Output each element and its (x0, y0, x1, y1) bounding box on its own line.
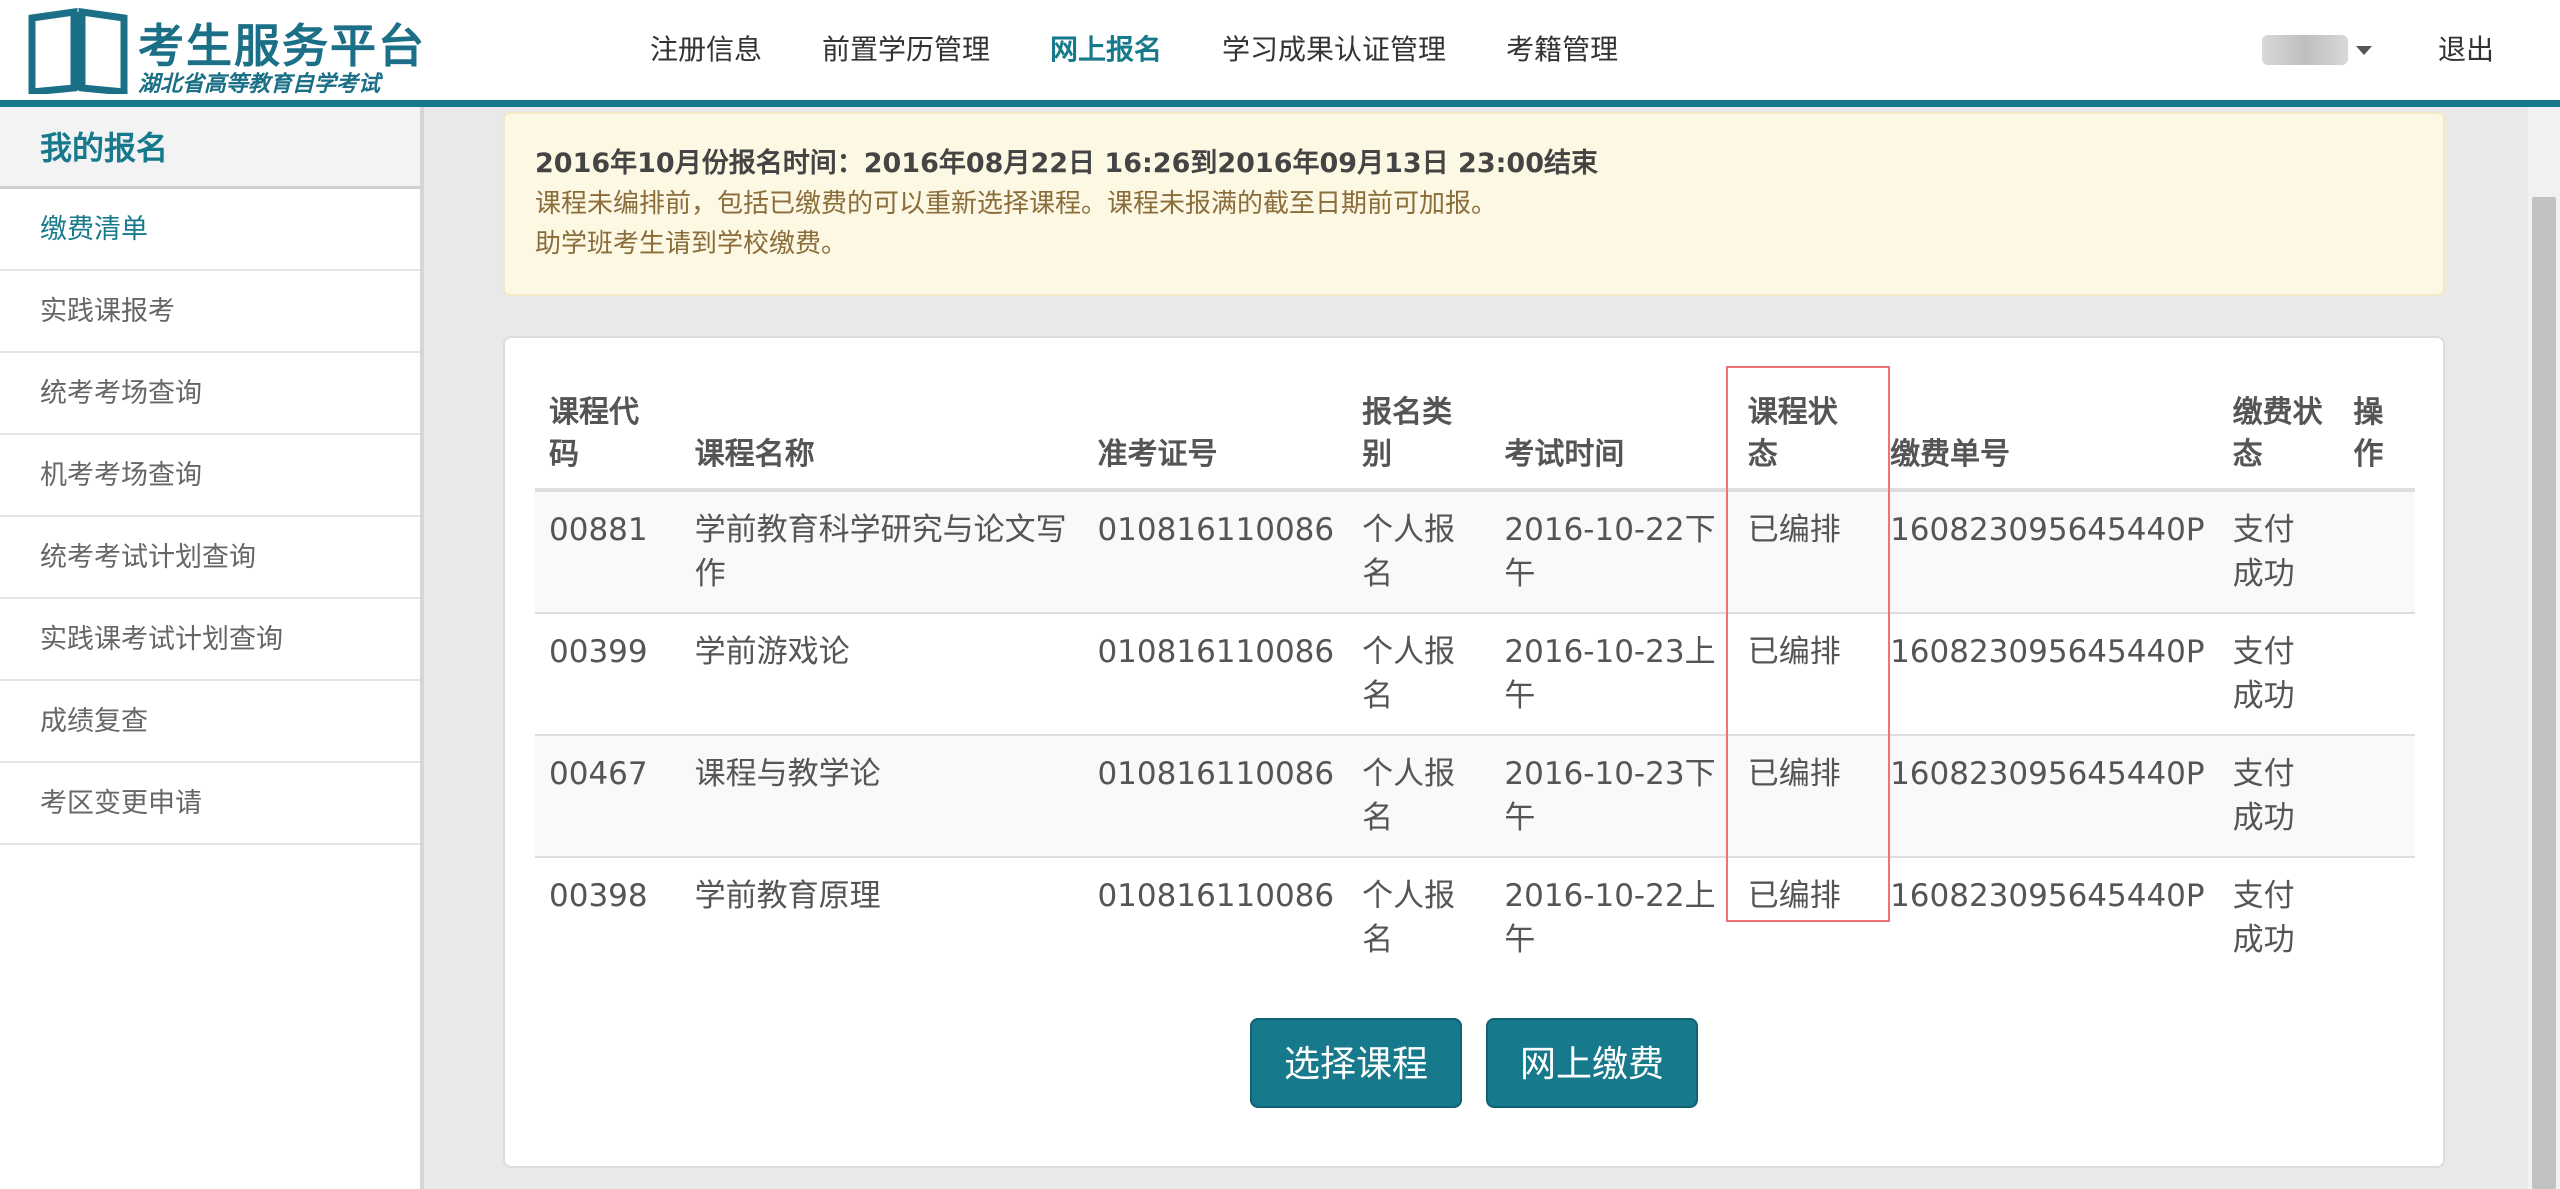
table-row: 00881 学前教育科学研究与论文写作 010816110086 个人报名 20… (535, 489, 2415, 613)
course-name: 学前游戏论 (680, 612, 1084, 735)
sidebar-item-exam-plan-query[interactable]: 统考考试计划查询 (0, 517, 420, 599)
course-code: 00398 (535, 856, 681, 979)
exam-time: 2016-10-23上午 (1490, 612, 1734, 735)
table-row: 00398 学前教育原理 010816110086 个人报名 2016-10-2… (535, 856, 2415, 979)
column-header: 准考证号 (1083, 368, 1349, 492)
admission-number: 010816110086 (1083, 612, 1349, 735)
sidebar-item-practice-exam-plan-query[interactable]: 实践课考试计划查询 (0, 599, 420, 681)
sidebar-item-score-review[interactable]: 成绩复查 (0, 681, 420, 763)
row-actions (2339, 612, 2415, 735)
logo-subtitle: 湖北省高等教育自学考试 (138, 72, 381, 97)
column-header: 操作 (2339, 368, 2415, 492)
table-row: 00467 课程与教学论 010816110086 个人报名 2016-10-2… (535, 734, 2415, 857)
course-status: 已编排 (1733, 856, 1877, 979)
column-header: 缴费状态 (2218, 368, 2340, 492)
course-name: 学前教育科学研究与论文写作 (680, 489, 1084, 613)
column-header: 缴费单号 (1876, 368, 2219, 492)
column-header: 报名类别 (1348, 368, 1491, 492)
payment-number: 160823095645440P (1876, 856, 2219, 979)
column-header: 课程状态 (1733, 368, 1877, 492)
admission-number: 010816110086 (1083, 489, 1349, 613)
row-actions (2339, 734, 2415, 857)
online-pay-button[interactable]: 网上缴费 (1486, 1018, 1698, 1108)
sidebar-item-exam-room-query[interactable]: 统考考场查询 (0, 353, 420, 435)
column-header: 课程名称 (680, 368, 1084, 492)
main-nav: 注册信息 前置学历管理 网上报名 学习成果认证管理 考籍管理 (620, 0, 1648, 100)
exam-time: 2016-10-22上午 (1490, 856, 1734, 979)
payment-number: 160823095645440P (1876, 612, 2219, 735)
column-header: 课程代码 (535, 368, 681, 492)
page-scrollbar[interactable] (2528, 107, 2560, 1189)
sidebar-heading: 我的报名 (0, 107, 420, 189)
nav-item-learning-certification[interactable]: 学习成果认证管理 (1192, 0, 1476, 100)
sidebar-item-exam-area-change[interactable]: 考区变更申请 (0, 763, 420, 845)
payment-number: 160823095645440P (1876, 489, 2219, 613)
payment-status: 支付成功 (2218, 734, 2340, 857)
scrollbar-thumb[interactable] (2532, 197, 2556, 1189)
row-actions (2339, 856, 2415, 979)
enroll-type: 个人报名 (1348, 489, 1491, 613)
notice-line: 助学班考生请到学校缴费。 (535, 229, 848, 259)
course-panel: 课程代码 课程名称 准考证号 报名类别 考试时间 课程状态 缴费单号 缴费状态 … (503, 336, 2445, 1168)
enrollment-notice: 2016年10月份报名时间：2016年08月22日 16:26到2016年09月… (503, 112, 2445, 296)
course-status: 已编排 (1733, 612, 1877, 735)
payment-status: 支付成功 (2218, 612, 2340, 735)
nav-item-prior-education[interactable]: 前置学历管理 (792, 0, 1020, 100)
nav-item-registration-info[interactable]: 注册信息 (620, 0, 792, 100)
logout-link[interactable]: 退出 (2438, 0, 2494, 100)
user-menu[interactable] (2262, 28, 2372, 72)
sidebar: 我的报名 缴费清单 实践课报考 统考考场查询 机考考场查询 统考考试计划查询 实… (0, 107, 424, 1189)
course-table: 课程代码 课程名称 准考证号 报名类别 考试时间 课程状态 缴费单号 缴费状态 … (535, 368, 2415, 979)
chevron-down-icon (2356, 45, 2372, 55)
row-actions (2339, 489, 2415, 613)
course-name: 学前教育原理 (680, 856, 1084, 979)
select-course-button[interactable]: 选择课程 (1250, 1018, 1462, 1108)
sidebar-item-computer-exam-room-query[interactable]: 机考考场查询 (0, 435, 420, 517)
open-book-icon (28, 8, 128, 94)
column-header: 考试时间 (1490, 368, 1734, 492)
nav-item-student-records[interactable]: 考籍管理 (1476, 0, 1648, 100)
course-name: 课程与教学论 (680, 734, 1084, 857)
table-row: 00399 学前游戏论 010816110086 个人报名 2016-10-23… (535, 612, 2415, 735)
course-status: 已编排 (1733, 734, 1877, 857)
site-logo[interactable]: 考生服务平台 湖北省高等教育自学考试 (28, 8, 428, 97)
notice-title: 2016年10月份报名时间：2016年08月22日 16:26到2016年09月… (535, 148, 1598, 179)
admission-number: 010816110086 (1083, 856, 1349, 979)
enroll-type: 个人报名 (1348, 856, 1491, 979)
sidebar-item-practice-course-enroll[interactable]: 实践课报考 (0, 271, 420, 353)
payment-status: 支付成功 (2218, 856, 2340, 979)
top-header: 考生服务平台 湖北省高等教育自学考试 注册信息 前置学历管理 网上报名 学习成果… (0, 0, 2560, 107)
blurred-username (2262, 35, 2348, 65)
course-code: 00881 (535, 489, 681, 613)
enroll-type: 个人报名 (1348, 734, 1491, 857)
payment-status: 支付成功 (2218, 489, 2340, 613)
exam-time: 2016-10-22下午 (1490, 489, 1734, 613)
admission-number: 010816110086 (1083, 734, 1349, 857)
course-code: 00399 (535, 612, 681, 735)
table-header-row: 课程代码 课程名称 准考证号 报名类别 考试时间 课程状态 缴费单号 缴费状态 … (535, 368, 2415, 492)
nav-item-online-enrollment[interactable]: 网上报名 (1020, 0, 1192, 100)
course-status: 已编排 (1733, 489, 1877, 613)
notice-line: 课程未编排前，包括已缴费的可以重新选择课程。课程未报满的截至日期前可加报。 (535, 189, 1498, 219)
payment-number: 160823095645440P (1876, 734, 2219, 857)
course-code: 00467 (535, 734, 681, 857)
enroll-type: 个人报名 (1348, 612, 1491, 735)
exam-time: 2016-10-23下午 (1490, 734, 1734, 857)
sidebar-item-fee-list[interactable]: 缴费清单 (0, 189, 420, 271)
